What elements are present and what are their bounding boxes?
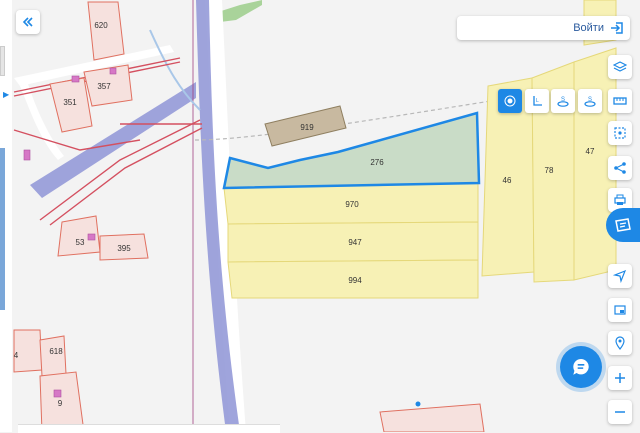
building-2 bbox=[109, 67, 117, 75]
chat-button[interactable] bbox=[560, 346, 602, 388]
parcel-label-357: 357 bbox=[97, 82, 111, 91]
parcel-label-994: 994 bbox=[348, 276, 362, 285]
zoom-in-button[interactable] bbox=[608, 366, 632, 390]
info-side-tab[interactable] bbox=[606, 208, 640, 242]
parcel-label-4: 4 bbox=[14, 351, 19, 360]
building-3 bbox=[23, 149, 31, 161]
line-measure-icon: L bbox=[533, 96, 542, 106]
parcel-label-395: 395 bbox=[117, 244, 131, 253]
zoom-out-icon bbox=[615, 411, 625, 413]
parcel-label-970: 970 bbox=[345, 200, 359, 209]
share-button[interactable] bbox=[608, 156, 632, 180]
info-panel-icon bbox=[615, 218, 631, 232]
parcel-label-947: 947 bbox=[348, 238, 362, 247]
select-area-icon bbox=[614, 127, 626, 139]
svg-text:S: S bbox=[588, 97, 592, 103]
parcel-label-276: 276 bbox=[370, 158, 384, 167]
parcel-label-46: 46 bbox=[503, 176, 512, 185]
parcel-label-618: 618 bbox=[49, 347, 63, 356]
point-icon bbox=[504, 95, 516, 107]
collapse-panel-button[interactable] bbox=[16, 10, 40, 34]
area-measure-alt-button[interactable]: S bbox=[578, 89, 602, 113]
share-icon bbox=[614, 162, 626, 174]
select-area-button[interactable] bbox=[608, 121, 632, 145]
login-button[interactable]: Войти bbox=[457, 16, 630, 40]
zoom-out-button[interactable] bbox=[608, 400, 632, 424]
zoom-in-icon bbox=[615, 373, 625, 383]
ruler-icon bbox=[613, 97, 627, 105]
svg-text:L: L bbox=[536, 98, 539, 104]
parcel-label-47: 47 bbox=[586, 147, 595, 156]
login-icon bbox=[611, 22, 623, 34]
area-measure-icon: S bbox=[557, 97, 569, 107]
building-5 bbox=[53, 389, 62, 398]
login-label: Войти bbox=[573, 22, 604, 34]
minimap-button[interactable] bbox=[608, 298, 632, 322]
layers-button[interactable] bbox=[608, 55, 632, 79]
parcel-label-78: 78 bbox=[545, 166, 554, 175]
parcel-label-620: 620 bbox=[94, 21, 108, 30]
parcel-620 bbox=[87, 1, 125, 61]
area-measure-alt-icon: S bbox=[584, 97, 596, 107]
parcel-label-53: 53 bbox=[76, 238, 85, 247]
geotag-button[interactable] bbox=[608, 331, 632, 355]
ruler-button[interactable] bbox=[608, 89, 632, 113]
cadastral-map[interactable]: 276 919 970 947 994 46 78 47 620 357 351… bbox=[0, 0, 640, 432]
print-icon bbox=[614, 194, 626, 205]
parcel-label-9: 9 bbox=[58, 399, 63, 408]
area-measure-button[interactable]: S bbox=[551, 89, 575, 113]
parcel-label-351: 351 bbox=[63, 98, 77, 107]
parcel-label-919: 919 bbox=[300, 123, 314, 132]
svg-text:S: S bbox=[561, 97, 565, 103]
location-marker bbox=[415, 401, 421, 407]
locate-button[interactable] bbox=[608, 264, 632, 288]
building-4 bbox=[87, 233, 96, 241]
layers-icon bbox=[613, 61, 627, 72]
chat-icon bbox=[573, 359, 589, 375]
building-1 bbox=[71, 75, 80, 83]
point-tool-button[interactable] bbox=[498, 89, 522, 113]
locate-icon bbox=[613, 269, 627, 283]
line-measure-button[interactable]: L bbox=[525, 89, 549, 113]
minimap-icon bbox=[614, 305, 626, 315]
parcel-618 bbox=[39, 335, 67, 377]
geotag-icon bbox=[615, 336, 625, 350]
double-chevron-left-icon bbox=[22, 17, 33, 27]
